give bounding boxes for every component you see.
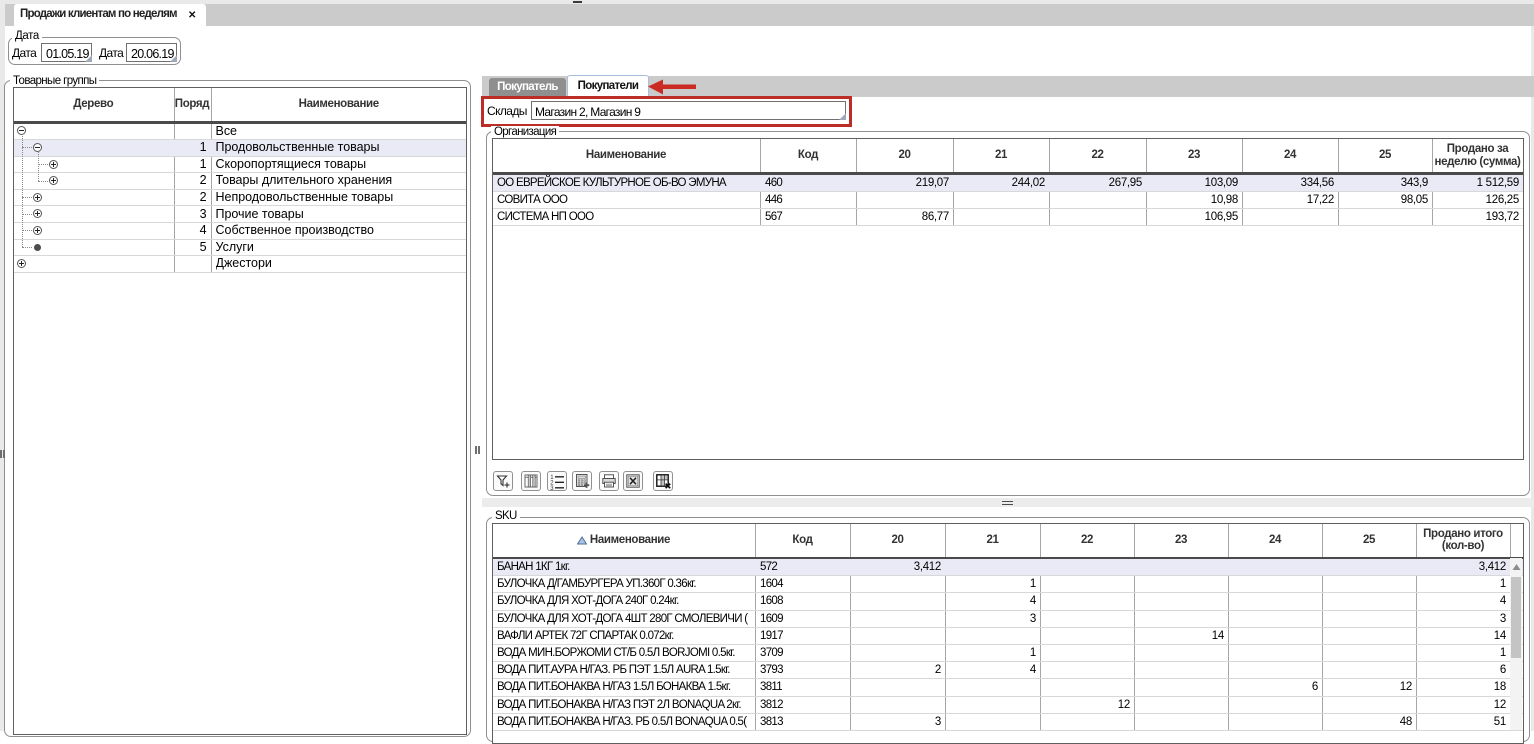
svg-text:3: 3 bbox=[550, 486, 554, 490]
